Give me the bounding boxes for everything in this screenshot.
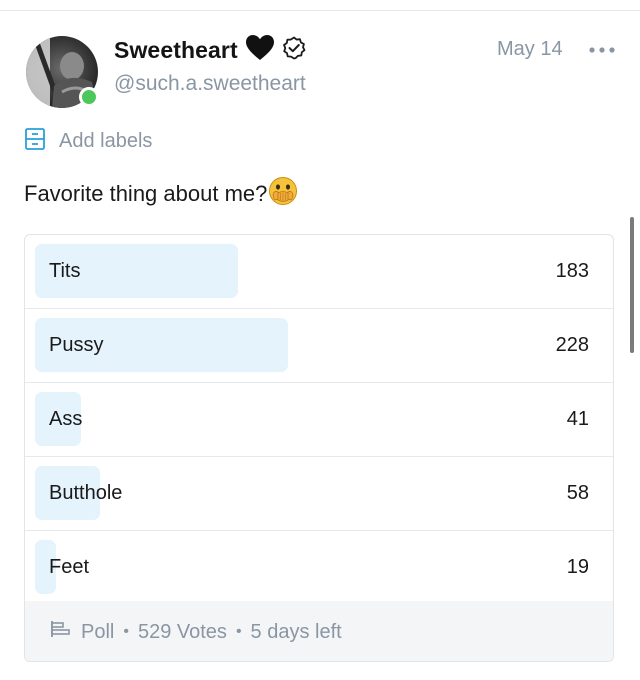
post-text-content: Favorite thing about me? — [24, 181, 268, 206]
footer-separator: • — [235, 623, 242, 640]
poll-time-left: 5 days left — [250, 620, 342, 643]
poll-option-label: Feet — [49, 556, 90, 578]
poll-option-label: Ass — [49, 408, 83, 430]
author-handle[interactable]: @such.a.sweetheart — [114, 72, 306, 96]
poll-option[interactable]: Feet 19 — [25, 531, 613, 605]
poll-option[interactable]: Tits 183 — [25, 235, 613, 309]
poll-option[interactable]: Butthole 58 — [25, 457, 613, 531]
poll: Tits 183 Pussy 228 Ass 41 Butthole 58 Fe… — [24, 234, 614, 662]
poll-option-label: Tits — [49, 260, 81, 282]
poll-option-votes: 228 — [555, 334, 589, 356]
more-options-button[interactable] — [586, 40, 618, 60]
more-icon — [589, 47, 615, 53]
author-name-row: Sweetheart — [114, 34, 306, 66]
author-name[interactable]: Sweetheart — [114, 37, 238, 64]
poll-type-label: Poll — [81, 620, 115, 643]
verified-badge-icon — [282, 36, 306, 65]
post-date[interactable]: May 14 — [497, 38, 563, 61]
online-status-dot — [79, 87, 99, 107]
poll-votes-total: 529 Votes — [137, 620, 227, 643]
black-heart-icon — [245, 34, 274, 66]
poll-option-votes: 41 — [566, 408, 589, 430]
poll-option-votes: 183 — [555, 260, 589, 282]
add-labels-label: Add labels — [59, 130, 153, 152]
top-divider — [0, 0, 640, 11]
poll-option[interactable]: Pussy 228 — [25, 309, 613, 383]
scrollbar[interactable] — [630, 217, 634, 353]
labels-icon — [24, 127, 46, 156]
add-labels-button[interactable]: Add labels — [24, 127, 152, 156]
poll-option[interactable]: Ass 41 — [25, 383, 613, 457]
poll-icon — [50, 620, 72, 644]
post-text: Favorite thing about me? — [24, 176, 298, 212]
poll-option-votes: 58 — [566, 482, 589, 504]
poll-option-label: Butthole — [49, 482, 123, 504]
footer-separator: • — [123, 623, 129, 640]
poll-footer: Poll • 529 Votes • 5 days left — [25, 601, 613, 661]
poll-option-label: Pussy — [49, 334, 104, 356]
poll-option-votes: 19 — [566, 556, 589, 578]
face-with-hand-over-mouth-icon — [268, 176, 298, 212]
